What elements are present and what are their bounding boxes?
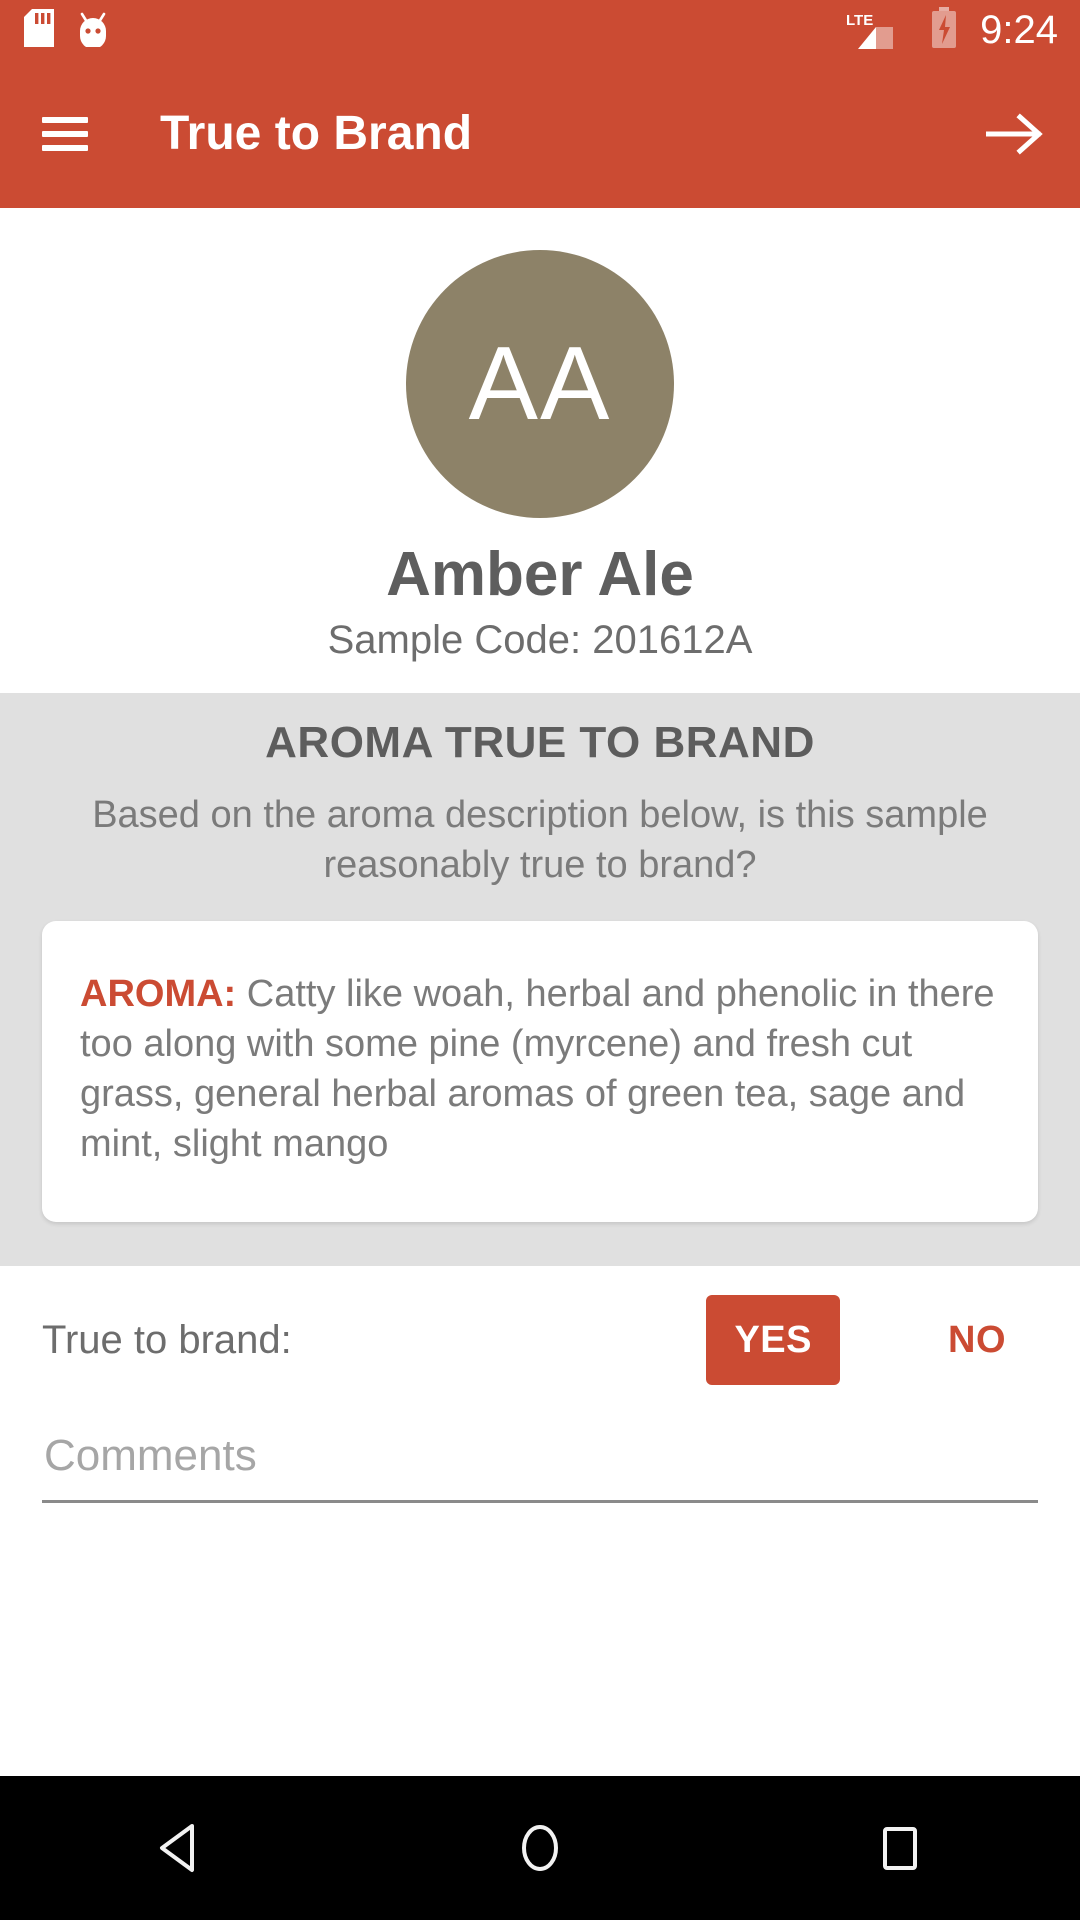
page-title: True to Brand — [160, 107, 473, 160]
arrow-right-icon[interactable] — [986, 105, 1044, 163]
sd-card-icon — [24, 8, 54, 52]
true-to-brand-label: True to brand: — [42, 1317, 292, 1362]
no-button[interactable]: NO — [920, 1295, 1034, 1385]
avatar-initials: AA — [468, 326, 612, 442]
sample-code: Sample Code: 201612A — [327, 618, 753, 663]
battery-charging-icon — [930, 6, 958, 54]
section-title: AROMA TRUE TO BRAND — [265, 718, 815, 768]
status-bar-right-icons: LTE 9:24 — [846, 6, 1058, 54]
status-bar-clock: 9:24 — [980, 8, 1058, 52]
avatar: AA — [406, 250, 674, 518]
svg-text:LTE: LTE — [846, 12, 873, 29]
comments-input[interactable] — [42, 1423, 1038, 1504]
aroma-description-text: AROMA: Catty like woah, herbal and pheno… — [80, 969, 1000, 1170]
yes-no-toggle-group: YES NO — [706, 1294, 1038, 1385]
phone-screen: LTE 9:24 True to Brand AA Amber Ale Samp… — [0, 0, 1080, 1920]
aroma-question-section: AROMA TRUE TO BRAND Based on the aroma d… — [0, 693, 1080, 1266]
section-prompt: Based on the aroma description below, is… — [92, 793, 988, 887]
yes-button[interactable]: YES — [706, 1294, 840, 1385]
signal-bars-icon: LTE — [846, 9, 912, 51]
android-nav-bar — [0, 1776, 1080, 1920]
true-to-brand-row: True to brand: YES NO — [42, 1266, 1038, 1414]
answer-area: True to brand: YES NO — [0, 1265, 1080, 1776]
hamburger-menu-icon[interactable] — [42, 117, 88, 151]
recents-square-icon[interactable] — [840, 1788, 960, 1908]
aroma-description-card: AROMA: Catty like woah, herbal and pheno… — [42, 920, 1038, 1222]
status-bar: LTE 9:24 — [0, 0, 1080, 60]
sample-name: Amber Ale — [386, 540, 694, 609]
sample-header: AA Amber Ale Sample Code: 201612A — [0, 208, 1080, 694]
app-bar: True to Brand — [0, 60, 1080, 208]
home-circle-icon[interactable] — [480, 1788, 600, 1908]
back-triangle-icon[interactable] — [120, 1788, 240, 1908]
android-head-icon — [76, 9, 110, 52]
aroma-label: AROMA: — [80, 972, 237, 1015]
status-bar-left-icons — [24, 8, 110, 52]
comments-field-wrapper — [42, 1414, 1038, 1504]
